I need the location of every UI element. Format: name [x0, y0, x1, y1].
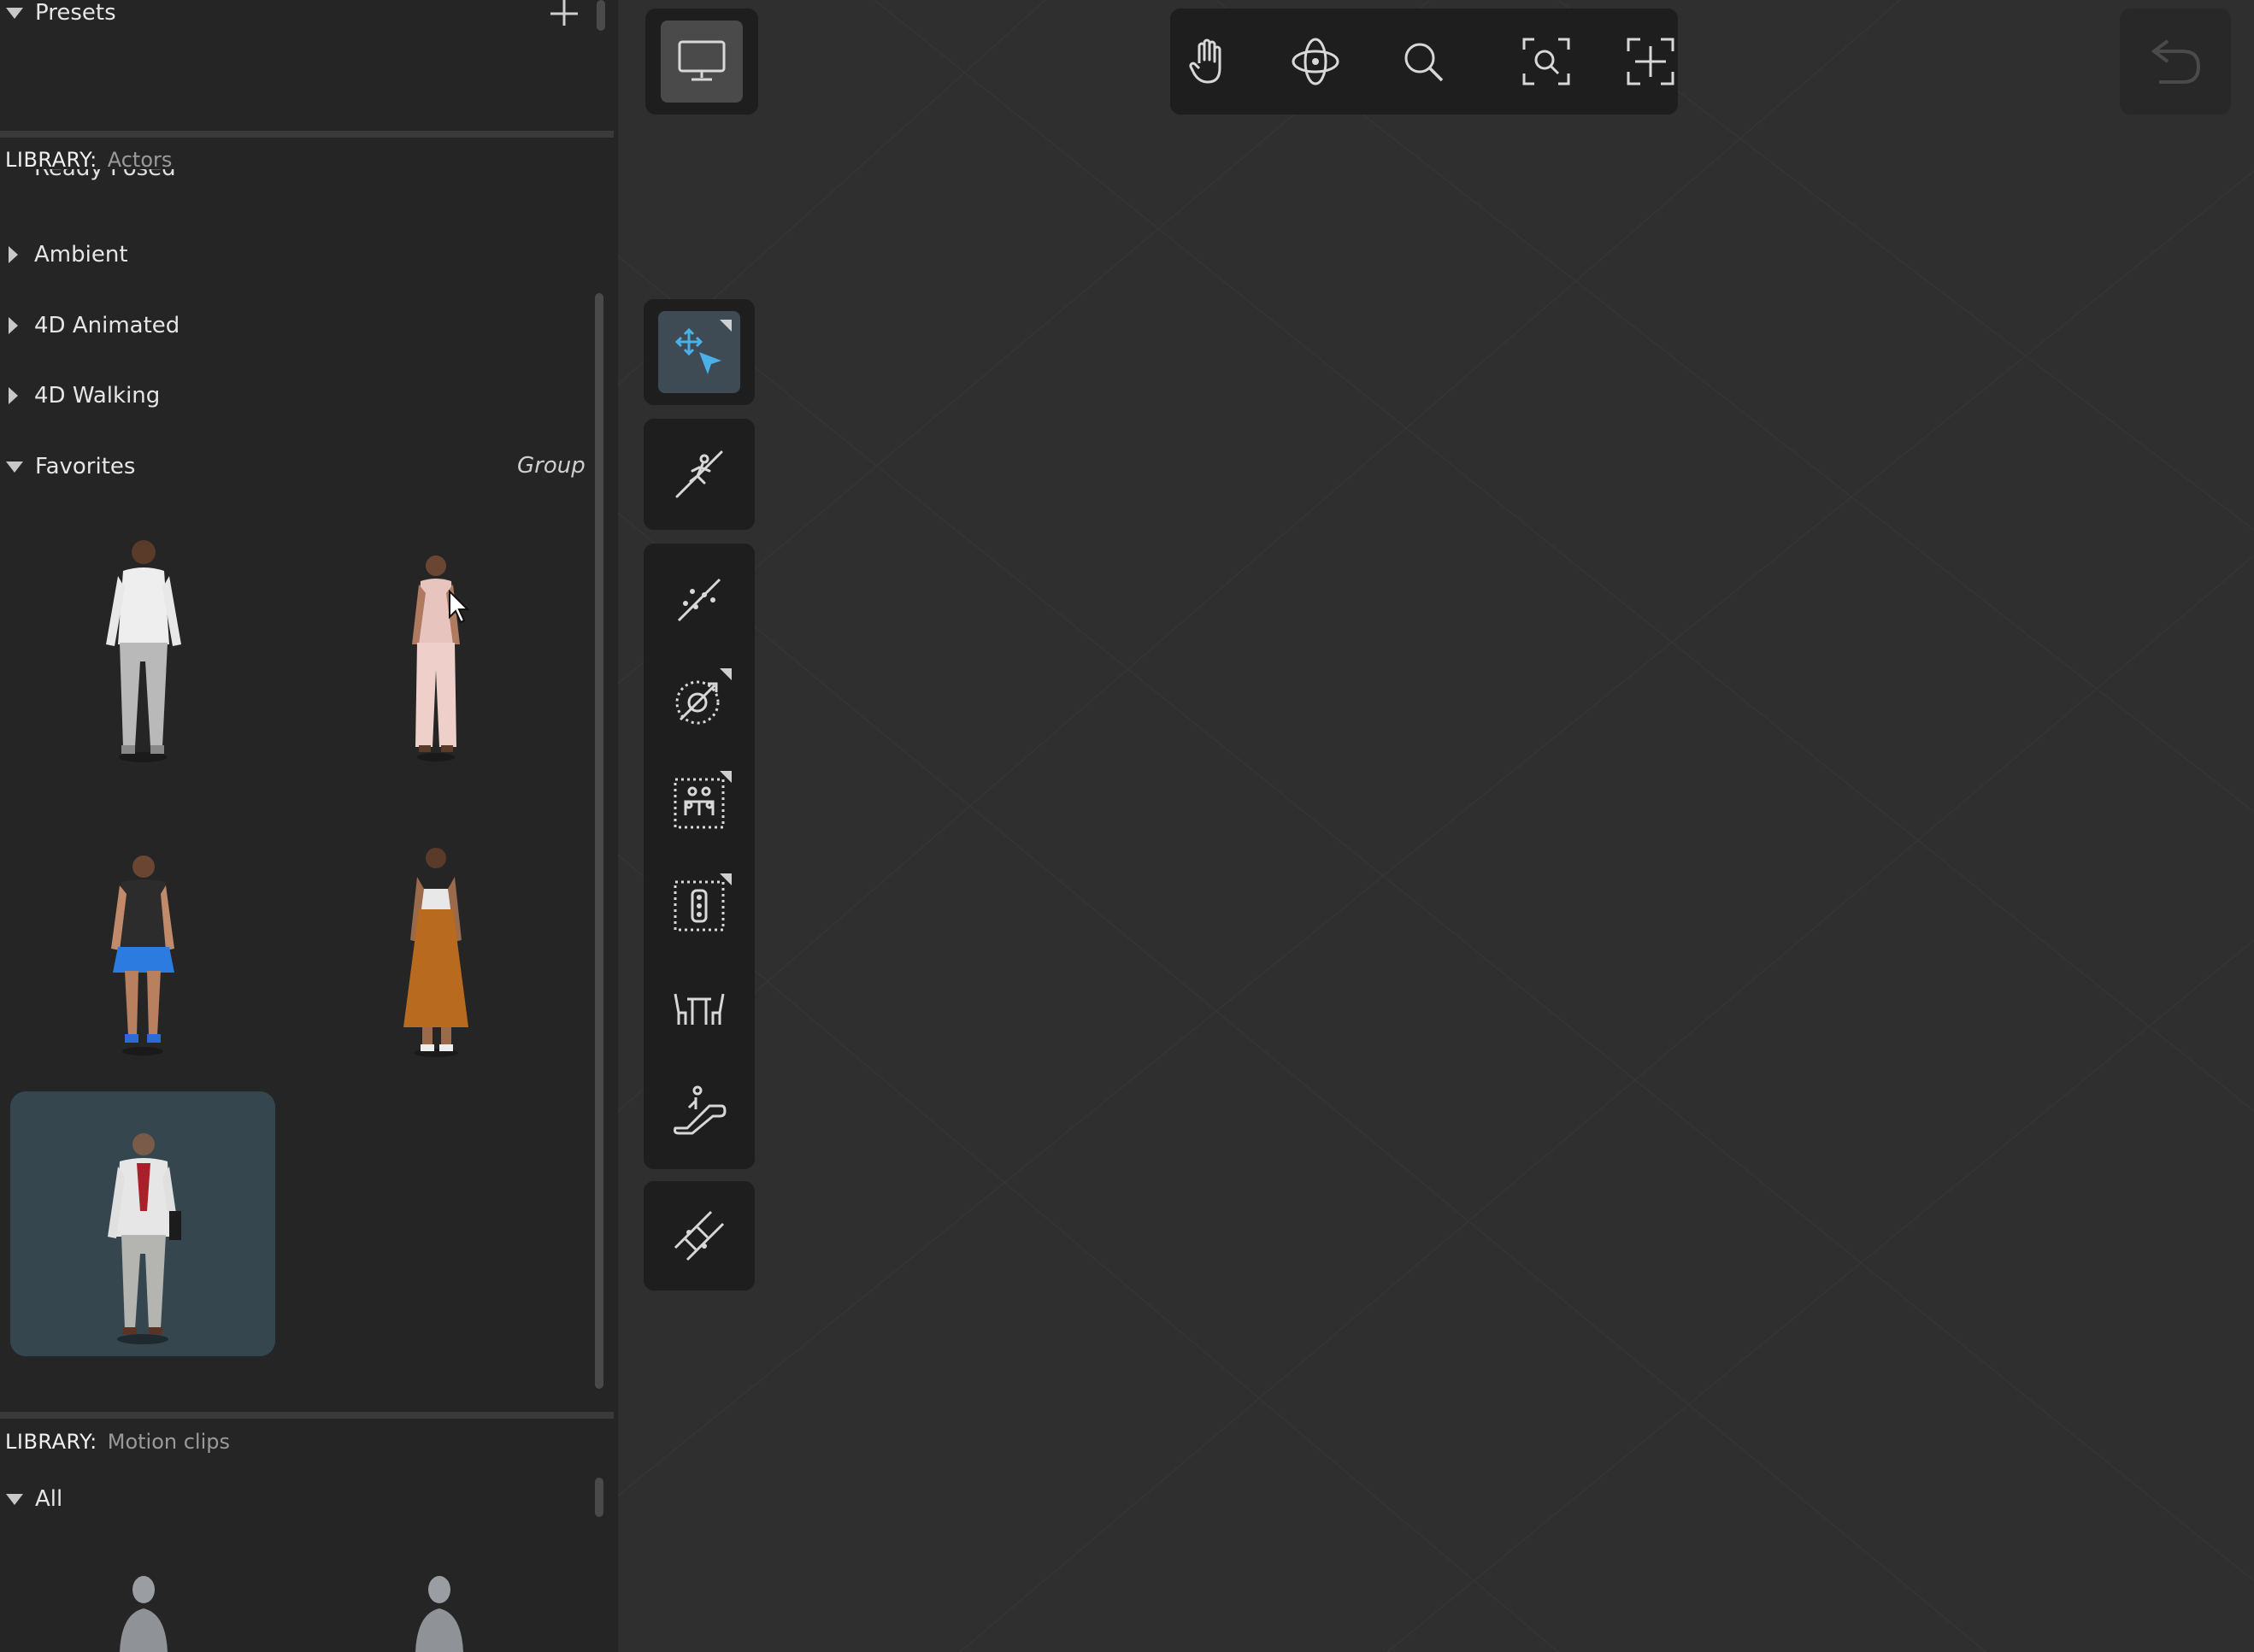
table-chairs-icon	[672, 987, 727, 1030]
escalator-button[interactable]	[658, 1068, 740, 1150]
monitor-icon	[678, 40, 726, 83]
actor-thumbnail[interactable]	[10, 812, 275, 1077]
library-label: LIBRARY:	[5, 1430, 97, 1454]
library-name: Actors	[107, 148, 173, 172]
move-select-icon	[674, 326, 725, 378]
collapse-arrow-icon[interactable]	[6, 1493, 23, 1505]
zoom-frame-icon	[1521, 36, 1572, 87]
submenu-corner-icon	[720, 668, 732, 680]
panel-divider[interactable]	[0, 1412, 614, 1419]
seating-button[interactable]	[658, 967, 740, 1049]
library-label: LIBRARY:	[5, 148, 97, 172]
actors-library-title: LIBRARY: Actors	[5, 148, 172, 172]
actor-figure-icon	[412, 556, 460, 761]
expand-arrow-icon[interactable]	[9, 387, 18, 404]
motion-category-all[interactable]: All	[0, 1476, 581, 1522]
select-move-button[interactable]	[658, 311, 740, 393]
presets-scrollbar[interactable]	[597, 0, 605, 31]
select-toolbar	[644, 299, 755, 405]
category-label: 4D Walking	[34, 383, 161, 409]
path-tool-button[interactable]	[658, 1195, 740, 1277]
ground-grid	[618, 0, 2254, 1652]
queue-area-button[interactable]	[658, 865, 740, 947]
motion-clip-thumbnail[interactable]	[109, 1571, 178, 1652]
display-mode-button[interactable]	[661, 21, 743, 103]
collapse-arrow-icon[interactable]	[6, 461, 23, 473]
zoom-extents-button[interactable]	[1519, 21, 1574, 103]
actors-scrollbar[interactable]	[595, 293, 603, 1389]
actor-tool-block	[644, 419, 755, 530]
group-button[interactable]: Group	[517, 453, 586, 479]
actor-thumbnail[interactable]	[10, 516, 275, 781]
category-favorites[interactable]: Favorites	[0, 444, 598, 490]
collapse-arrow-icon[interactable]	[6, 7, 23, 19]
frame-icon	[1625, 36, 1676, 87]
circle-arrow-icon	[672, 673, 727, 728]
parallel-paths-icon	[672, 1208, 727, 1263]
place-actor-button[interactable]	[658, 433, 740, 515]
3d-viewport[interactable]	[618, 0, 2254, 1652]
motion-library-title: LIBRARY: Motion clips	[5, 1430, 230, 1454]
bottom-tool-block	[644, 1181, 755, 1290]
left-panel: Presets LIBRARY: Actors Ready Posed Ambie…	[0, 0, 618, 1652]
category-ambient[interactable]: Ambient	[0, 232, 598, 278]
mannequin-icon	[120, 1576, 168, 1652]
group-area-button[interactable]	[658, 762, 740, 844]
escalator-icon	[672, 1084, 727, 1135]
display-toolbar	[645, 9, 758, 115]
scatter-line-icon	[674, 574, 725, 626]
presets-header[interactable]: Presets	[0, 0, 615, 36]
category-4d-walking[interactable]: 4D Walking	[0, 373, 598, 419]
undo-block	[2120, 9, 2231, 115]
expand-arrow-icon[interactable]	[9, 246, 18, 263]
mouse-cursor-icon	[448, 589, 470, 626]
category-label: Favorites	[35, 454, 136, 479]
actor-figure-icon	[403, 848, 468, 1057]
search-icon	[1401, 39, 1445, 84]
hand-icon	[1187, 38, 1228, 85]
actor-figure-icon	[106, 540, 181, 762]
circular-crowd-button[interactable]	[658, 660, 740, 742]
actor-figure-icon	[111, 855, 174, 1055]
pan-button[interactable]	[1180, 21, 1235, 103]
actor-thumbnail[interactable]	[301, 516, 566, 781]
add-preset-icon[interactable]	[547, 0, 581, 29]
category-4d-animated[interactable]: 4D Animated	[0, 303, 598, 349]
motion-scrollbar[interactable]	[595, 1478, 603, 1517]
category-label: 4D Animated	[34, 313, 180, 338]
group-people-icon	[672, 776, 727, 831]
camera-toolbar-right	[1447, 9, 1678, 115]
submenu-corner-icon	[720, 873, 732, 885]
category-label: Ready Posed	[34, 169, 176, 181]
library-name: Motion clips	[107, 1430, 230, 1454]
orbit-button[interactable]	[1288, 21, 1343, 103]
presets-label: Presets	[35, 0, 116, 26]
frame-all-button[interactable]	[1623, 21, 1678, 103]
zoom-button[interactable]	[1396, 21, 1451, 103]
actor-thumbnail[interactable]	[301, 812, 566, 1077]
expand-arrow-icon[interactable]	[9, 317, 18, 334]
motion-clip-thumbnail[interactable]	[405, 1571, 474, 1652]
category-label: Ambient	[34, 242, 128, 267]
undo-button[interactable]	[2134, 21, 2216, 103]
category-label: All	[35, 1486, 63, 1512]
undo-icon	[2147, 36, 2204, 87]
actor-thumbnail-selected[interactable]	[10, 1091, 275, 1356]
orbit-icon	[1290, 36, 1341, 87]
walking-person-icon	[674, 449, 725, 500]
actor-figure-icon	[108, 1133, 181, 1344]
queue-icon	[672, 879, 727, 933]
mannequin-icon	[415, 1576, 463, 1652]
submenu-corner-icon	[720, 771, 732, 783]
panel-divider[interactable]	[0, 131, 614, 138]
clipped-category-row[interactable]: Ready Posed	[0, 169, 598, 197]
crowd-path-button[interactable]	[658, 559, 740, 641]
tools-toolbar	[644, 544, 755, 1169]
submenu-corner-icon	[720, 320, 732, 332]
camera-toolbar	[1170, 9, 1471, 115]
